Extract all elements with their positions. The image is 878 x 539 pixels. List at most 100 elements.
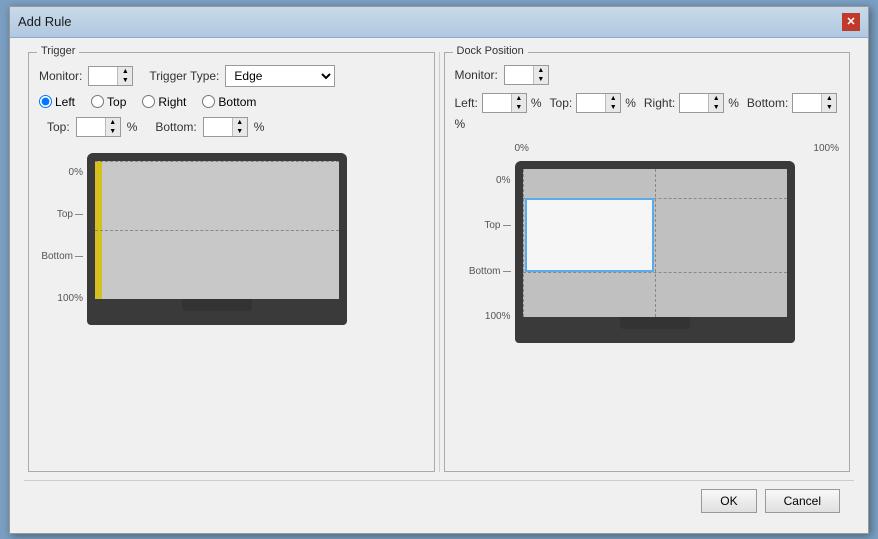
dock-left-input[interactable]: 0 xyxy=(483,94,511,112)
dock-top-up[interactable]: ▲ xyxy=(606,94,620,103)
top-spinner[interactable]: 0 ▲ ▼ xyxy=(76,117,121,137)
trigger-panel-title: Trigger xyxy=(37,45,79,57)
dock-left-spinner[interactable]: 0 ▲ ▼ xyxy=(482,93,527,113)
dock-left-label: Left: xyxy=(455,96,478,110)
dock-panel: Dock Position Monitor: 1 ▲ ▼ Left: xyxy=(444,52,851,472)
close-button[interactable]: ✕ xyxy=(842,13,860,31)
top-spinner-btns: ▲ ▼ xyxy=(105,118,120,136)
dock-top-down[interactable]: ▼ xyxy=(606,103,620,112)
trigger-type-label: Trigger Type: xyxy=(149,69,219,83)
dock-top-spinner[interactable]: 0 ▲ ▼ xyxy=(576,93,621,113)
bottom-spinner[interactable]: 50 ▲ ▼ xyxy=(203,117,248,137)
bottom-input[interactable]: 50 xyxy=(204,118,232,136)
top-up-btn[interactable]: ▲ xyxy=(106,118,120,127)
dock-right-input[interactable]: 50 xyxy=(680,94,708,112)
dock-rect xyxy=(525,198,654,272)
top-down-btn[interactable]: ▼ xyxy=(106,127,120,136)
panel-divider xyxy=(439,52,440,472)
dock-bottom-down[interactable]: ▼ xyxy=(822,103,836,112)
dock-left-up[interactable]: ▲ xyxy=(512,94,526,103)
dialog-body: Trigger Monitor: 1 ▲ ▼ Trigger Type: Edg… xyxy=(10,38,868,533)
panels-container: Trigger Monitor: 1 ▲ ▼ Trigger Type: Edg… xyxy=(24,48,854,476)
trigger-top-row: Monitor: 1 ▲ ▼ Trigger Type: Edge Window… xyxy=(39,65,424,87)
dock-screen xyxy=(523,169,787,317)
dock-bottom-spinner[interactable]: 50 ▲ ▼ xyxy=(792,93,837,113)
radio-bottom[interactable]: Bottom xyxy=(202,95,256,109)
bottom-down-btn[interactable]: ▼ xyxy=(233,127,247,136)
dock-top-annot: Top xyxy=(484,220,510,231)
dock-right-up[interactable]: ▲ xyxy=(709,94,723,103)
trigger-bottom-line xyxy=(95,230,339,231)
dock-bottom-annot-label: Bottom xyxy=(469,266,501,277)
dock-top-annot-label: Top xyxy=(484,220,500,231)
dock-monitor-input[interactable]: 1 xyxy=(505,66,533,84)
dock-monitor-spinner[interactable]: 1 ▲ ▼ xyxy=(504,65,549,85)
dock-bottom-up[interactable]: ▲ xyxy=(822,94,836,103)
ok-button[interactable]: OK xyxy=(701,489,756,513)
radio-top[interactable]: Top xyxy=(91,95,126,109)
dock-right-dash-line xyxy=(655,169,656,317)
trigger-screen xyxy=(95,161,339,299)
add-rule-dialog: Add Rule ✕ Trigger Monitor: 1 ▲ ▼ xyxy=(9,6,869,534)
top-input[interactable]: 0 xyxy=(77,118,105,136)
dock-top-label: Top: xyxy=(550,96,573,110)
dock-monitor xyxy=(515,161,795,343)
dock-pct-0-annot: 0% xyxy=(496,175,510,186)
trigger-viz-container: 0% Top Bottom 100% xyxy=(39,153,424,325)
trigger-radio-row: Left Top Right Bottom xyxy=(39,95,424,109)
radio-top-label: Top xyxy=(107,95,126,109)
dock-pct-100-right: 100% xyxy=(813,143,839,154)
monitor-spinner-btns: ▲ ▼ xyxy=(117,67,132,85)
trigger-type-select[interactable]: Edge Window Time xyxy=(225,65,335,87)
bottom-up-btn[interactable]: ▲ xyxy=(233,118,247,127)
trigger-top-annotation: Top xyxy=(57,209,83,220)
trigger-pct-100: 100% xyxy=(57,293,83,304)
monitor-up-btn[interactable]: ▲ xyxy=(118,67,132,76)
dock-bottom-annot: Bottom xyxy=(469,266,511,277)
dock-pct-100-annot: 100% xyxy=(485,311,511,322)
dock-right-spinner[interactable]: 50 ▲ ▼ xyxy=(679,93,724,113)
trigger-bottom-annotation: Bottom xyxy=(41,251,83,262)
dock-right-down[interactable]: ▼ xyxy=(709,103,723,112)
dock-right-unit: % xyxy=(728,96,739,110)
trigger-panel: Trigger Monitor: 1 ▲ ▼ Trigger Type: Edg… xyxy=(28,52,435,472)
top-unit: % xyxy=(127,120,138,134)
top-label: Top: xyxy=(47,120,70,134)
dock-bottom-label: Bottom: xyxy=(747,96,788,110)
dock-ltrb-row: Left: 0 ▲ ▼ % Top: 0 ▲ ▼ xyxy=(455,93,840,131)
dock-top-input[interactable]: 0 xyxy=(577,94,605,112)
dock-left-down[interactable]: ▼ xyxy=(512,103,526,112)
dock-monitor-row: Monitor: 1 ▲ ▼ xyxy=(455,65,840,85)
dock-left-unit: % xyxy=(531,96,542,110)
radio-left-label: Left xyxy=(55,95,75,109)
trigger-pct-0: 0% xyxy=(69,167,83,178)
dock-pct-0-left: 0% xyxy=(515,143,529,154)
trigger-monitor xyxy=(87,153,347,325)
dock-monitor-down-btn[interactable]: ▼ xyxy=(534,75,548,84)
radio-left[interactable]: Left xyxy=(39,95,75,109)
title-bar: Add Rule ✕ xyxy=(10,7,868,38)
trigger-top-annotation-label: Top xyxy=(57,209,73,220)
monitor-input[interactable]: 1 xyxy=(89,67,117,85)
radio-right[interactable]: Right xyxy=(142,95,186,109)
monitor-label: Monitor: xyxy=(39,69,82,83)
monitor-spinner[interactable]: 1 ▲ ▼ xyxy=(88,66,133,86)
dock-left-dash-line xyxy=(523,169,524,317)
radio-right-label: Right xyxy=(158,95,186,109)
monitor-down-btn[interactable]: ▼ xyxy=(118,76,132,85)
cancel-button[interactable]: Cancel xyxy=(765,489,840,513)
monitor-stand xyxy=(182,299,252,311)
dock-monitor-up-btn[interactable]: ▲ xyxy=(534,66,548,75)
dock-bottom-input[interactable]: 50 xyxy=(793,94,821,112)
trigger-bottom-annotation-label: Bottom xyxy=(41,251,73,262)
trigger-top-line xyxy=(95,161,339,162)
bottom-unit: % xyxy=(254,120,265,134)
dock-panel-title: Dock Position xyxy=(453,45,528,57)
dock-left-annotations: 0% Top Bottom 100% xyxy=(455,175,511,323)
dock-top-unit: % xyxy=(625,96,636,110)
bottom-spinner-btns: ▲ ▼ xyxy=(232,118,247,136)
dock-viz-container: 0% 100% 0% Top Bottom 100% xyxy=(455,161,840,343)
top-bottom-row: Top: 0 ▲ ▼ % Bottom: 50 ▲ ▼ xyxy=(39,117,424,137)
footer: OK Cancel xyxy=(24,480,854,523)
bottom-label: Bottom: xyxy=(155,120,196,134)
